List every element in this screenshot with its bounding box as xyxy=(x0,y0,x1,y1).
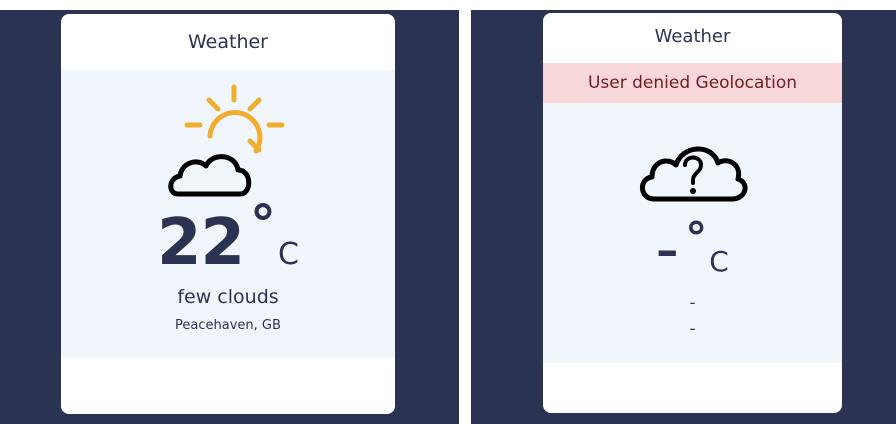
weather-location: Peacehaven, GB xyxy=(175,318,281,333)
cloud-question-icon xyxy=(543,137,842,203)
weather-card: Weather 22 °C few clouds Peacehaven, GB xyxy=(61,14,395,414)
left-background-panel: Weather 22 °C few clouds Peacehaven, GB xyxy=(0,10,459,424)
card-title: Weather xyxy=(654,26,731,47)
weather-body: – °C - - xyxy=(543,103,842,363)
weather-card: Weather User denied Geolocation – °C - - xyxy=(543,13,842,413)
temperature-unit: C xyxy=(278,237,299,272)
temperature: 22 °C xyxy=(61,195,395,280)
degree-symbol: ° xyxy=(685,213,708,264)
temperature-value: – xyxy=(656,225,678,276)
weather-description: - xyxy=(689,293,696,312)
temperature-unit: C xyxy=(709,245,729,278)
temperature: – °C xyxy=(543,213,842,282)
weather-location: - xyxy=(689,319,696,338)
weather-body: 22 °C few clouds Peacehaven, GB xyxy=(61,70,395,358)
right-background-panel: Weather User denied Geolocation – °C - - xyxy=(471,10,896,424)
temperature-value: 22 xyxy=(156,206,245,280)
weather-description: few clouds xyxy=(177,286,279,308)
error-banner: User denied Geolocation xyxy=(543,63,842,103)
sun-behind-cloud-icon xyxy=(61,84,395,204)
card-title: Weather xyxy=(188,31,268,53)
degree-symbol: ° xyxy=(250,195,277,255)
